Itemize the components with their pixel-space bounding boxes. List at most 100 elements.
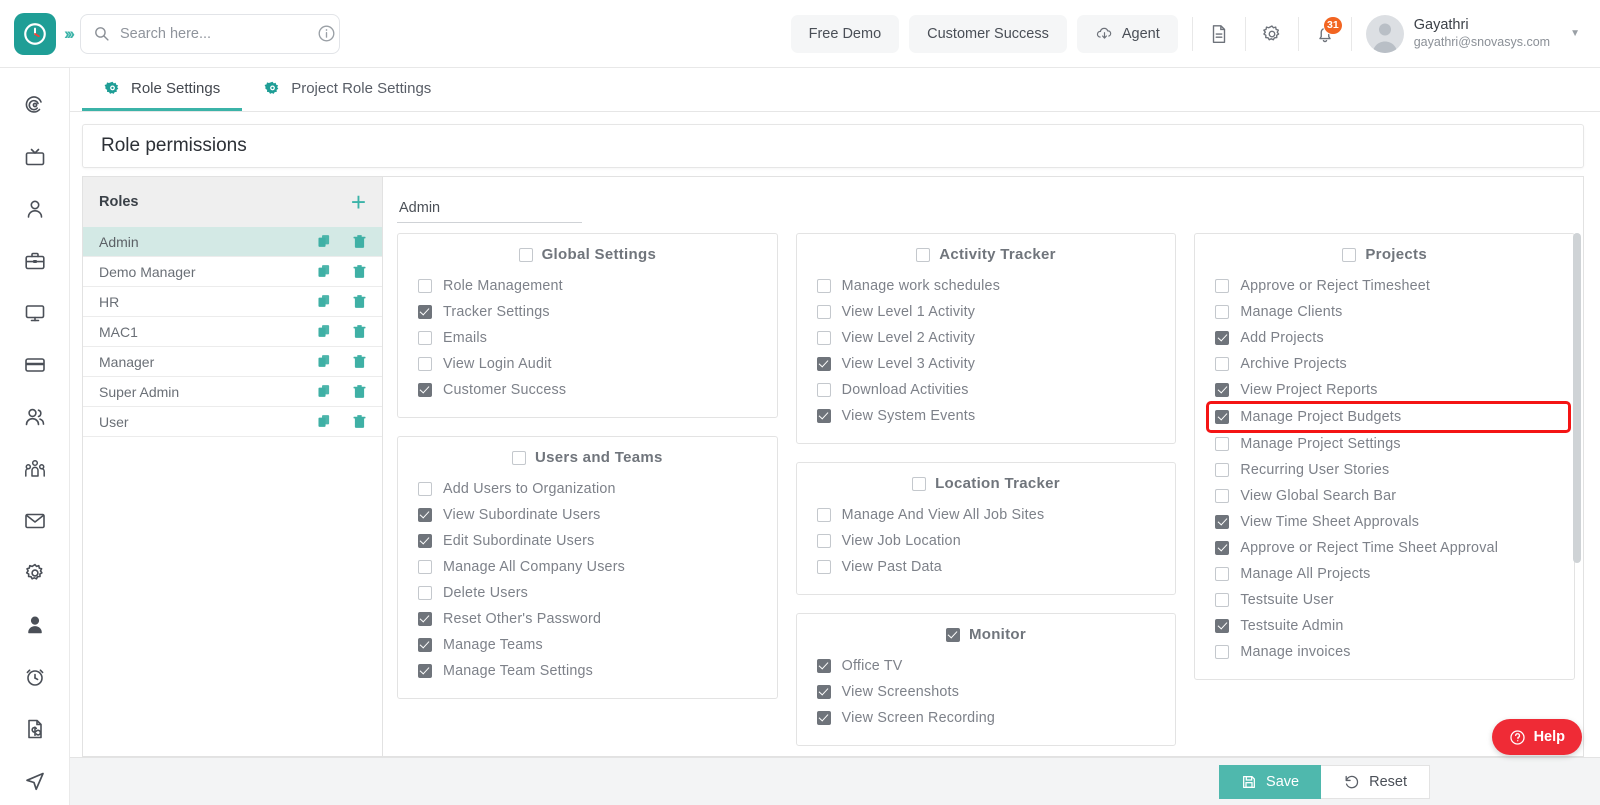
permission-checkbox[interactable] — [1215, 331, 1229, 345]
trash-icon[interactable] — [351, 233, 368, 250]
permission-option[interactable]: Manage Teams — [398, 632, 777, 658]
permission-checkbox[interactable] — [418, 560, 432, 574]
permission-option[interactable]: View Global Search Bar — [1195, 483, 1574, 509]
plus-icon[interactable]: + — [351, 189, 366, 215]
permission-option[interactable]: Recurring User Stories — [1195, 457, 1574, 483]
card-title-checkbox[interactable] — [916, 248, 930, 262]
permission-option[interactable]: Add Users to Organization — [398, 476, 777, 502]
permission-checkbox[interactable] — [817, 357, 831, 371]
card-title-checkbox[interactable] — [1342, 248, 1356, 262]
sidebar-item-briefcase[interactable] — [12, 238, 58, 284]
card-title-checkbox[interactable] — [519, 248, 533, 262]
permission-option[interactable]: Download Activities — [797, 377, 1176, 403]
agent-button[interactable]: Agent — [1077, 15, 1178, 53]
permission-checkbox[interactable] — [817, 560, 831, 574]
permission-checkbox[interactable] — [817, 279, 831, 293]
permission-option[interactable]: Manage Clients — [1195, 299, 1574, 325]
permission-option[interactable]: View Past Data — [797, 554, 1176, 580]
permission-checkbox[interactable] — [1215, 410, 1229, 424]
permission-option[interactable]: View Project Reports — [1195, 377, 1574, 403]
permission-checkbox[interactable] — [1215, 437, 1229, 451]
permission-option[interactable]: Delete Users — [398, 580, 777, 606]
permission-option-highlighted[interactable]: Manage Project Budgets — [1209, 404, 1568, 430]
permission-checkbox[interactable] — [817, 711, 831, 725]
permission-option[interactable]: View Login Audit — [398, 351, 777, 377]
sidebar-item-teams[interactable] — [12, 446, 58, 492]
sidebar-item-time[interactable] — [12, 654, 58, 700]
permission-option[interactable]: Testsuite Admin — [1195, 613, 1574, 639]
permission-checkbox[interactable] — [418, 508, 432, 522]
sidebar-item-settings[interactable] — [12, 550, 58, 596]
permission-option[interactable]: View Job Location — [797, 528, 1176, 554]
sidebar-item-monitor[interactable] — [12, 290, 58, 336]
vertical-scrollbar[interactable] — [1573, 233, 1581, 752]
copy-icon[interactable] — [316, 293, 333, 310]
permission-checkbox[interactable] — [1215, 541, 1229, 555]
permission-option[interactable]: Manage Project Settings — [1195, 431, 1574, 457]
free-demo-button[interactable]: Free Demo — [791, 15, 900, 53]
permission-checkbox[interactable] — [817, 659, 831, 673]
sidebar-item-send[interactable] — [12, 758, 58, 804]
permission-option[interactable]: Approve or Reject Time Sheet Approval — [1195, 535, 1574, 561]
chevron-double-right-icon[interactable]: ››› — [64, 24, 72, 44]
permission-option[interactable]: View Level 3 Activity — [797, 351, 1176, 377]
permission-option[interactable]: Manage All Company Users — [398, 554, 777, 580]
scrollbar-thumb[interactable] — [1573, 233, 1581, 563]
permission-checkbox[interactable] — [817, 534, 831, 548]
sidebar-item-payments[interactable] — [12, 342, 58, 388]
permission-checkbox[interactable] — [418, 357, 432, 371]
permission-option[interactable]: Approve or Reject Timesheet — [1195, 273, 1574, 299]
permission-checkbox[interactable] — [817, 305, 831, 319]
copy-icon[interactable] — [316, 413, 333, 430]
permission-option[interactable]: Manage Team Settings — [398, 658, 777, 684]
trash-icon[interactable] — [351, 263, 368, 280]
permission-checkbox[interactable] — [418, 305, 432, 319]
permission-option[interactable]: View Level 1 Activity — [797, 299, 1176, 325]
permissions-scroll-area[interactable]: Global SettingsRole ManagementTracker Se… — [383, 227, 1583, 756]
permission-option[interactable]: Customer Success — [398, 377, 777, 403]
tab-project-role-settings[interactable]: Project Role Settings — [242, 68, 453, 111]
permission-option[interactable]: Office TV — [797, 653, 1176, 679]
search-input[interactable] — [120, 26, 307, 42]
tab-role-settings[interactable]: Role Settings — [82, 68, 242, 111]
permission-checkbox[interactable] — [418, 612, 432, 626]
permission-option[interactable]: View Time Sheet Approvals — [1195, 509, 1574, 535]
permission-option[interactable]: View Screenshots — [797, 679, 1176, 705]
sidebar-item-profile[interactable] — [12, 602, 58, 648]
permission-option[interactable]: View Subordinate Users — [398, 502, 777, 528]
role-name-input[interactable] — [397, 200, 582, 223]
permission-checkbox[interactable] — [1215, 515, 1229, 529]
sidebar-item-dashboard[interactable] — [12, 82, 58, 128]
card-title-checkbox[interactable] — [946, 628, 960, 642]
permission-checkbox[interactable] — [418, 638, 432, 652]
help-button[interactable]: Help — [1492, 719, 1582, 755]
permission-checkbox[interactable] — [817, 383, 831, 397]
permission-checkbox[interactable] — [817, 331, 831, 345]
search-container[interactable] — [80, 14, 340, 54]
permission-checkbox[interactable] — [1215, 383, 1229, 397]
bell-icon[interactable]: 31 — [1303, 12, 1347, 56]
card-title-checkbox[interactable] — [912, 477, 926, 491]
permission-option[interactable]: Role Management — [398, 273, 777, 299]
permission-checkbox[interactable] — [1215, 305, 1229, 319]
permission-option[interactable]: Reset Other's Password — [398, 606, 777, 632]
info-icon[interactable] — [317, 24, 336, 43]
copy-icon[interactable] — [316, 263, 333, 280]
copy-icon[interactable] — [316, 383, 333, 400]
sidebar-item-mail[interactable] — [12, 498, 58, 544]
permission-checkbox[interactable] — [1215, 645, 1229, 659]
role-row[interactable]: Manager — [83, 347, 382, 377]
user-menu[interactable]: Gayathri gayathri@snovasys.com ▼ — [1356, 15, 1600, 53]
permission-checkbox[interactable] — [1215, 567, 1229, 581]
permission-option[interactable]: Manage invoices — [1195, 639, 1574, 665]
permission-checkbox[interactable] — [817, 409, 831, 423]
trash-icon[interactable] — [351, 293, 368, 310]
role-row[interactable]: Admin — [83, 227, 382, 257]
permission-checkbox[interactable] — [1215, 619, 1229, 633]
permission-option[interactable]: Archive Projects — [1195, 351, 1574, 377]
customer-success-button[interactable]: Customer Success — [909, 15, 1067, 53]
permission-checkbox[interactable] — [418, 586, 432, 600]
sidebar-item-users[interactable] — [12, 394, 58, 440]
permission-option[interactable]: Edit Subordinate Users — [398, 528, 777, 554]
copy-icon[interactable] — [316, 353, 333, 370]
